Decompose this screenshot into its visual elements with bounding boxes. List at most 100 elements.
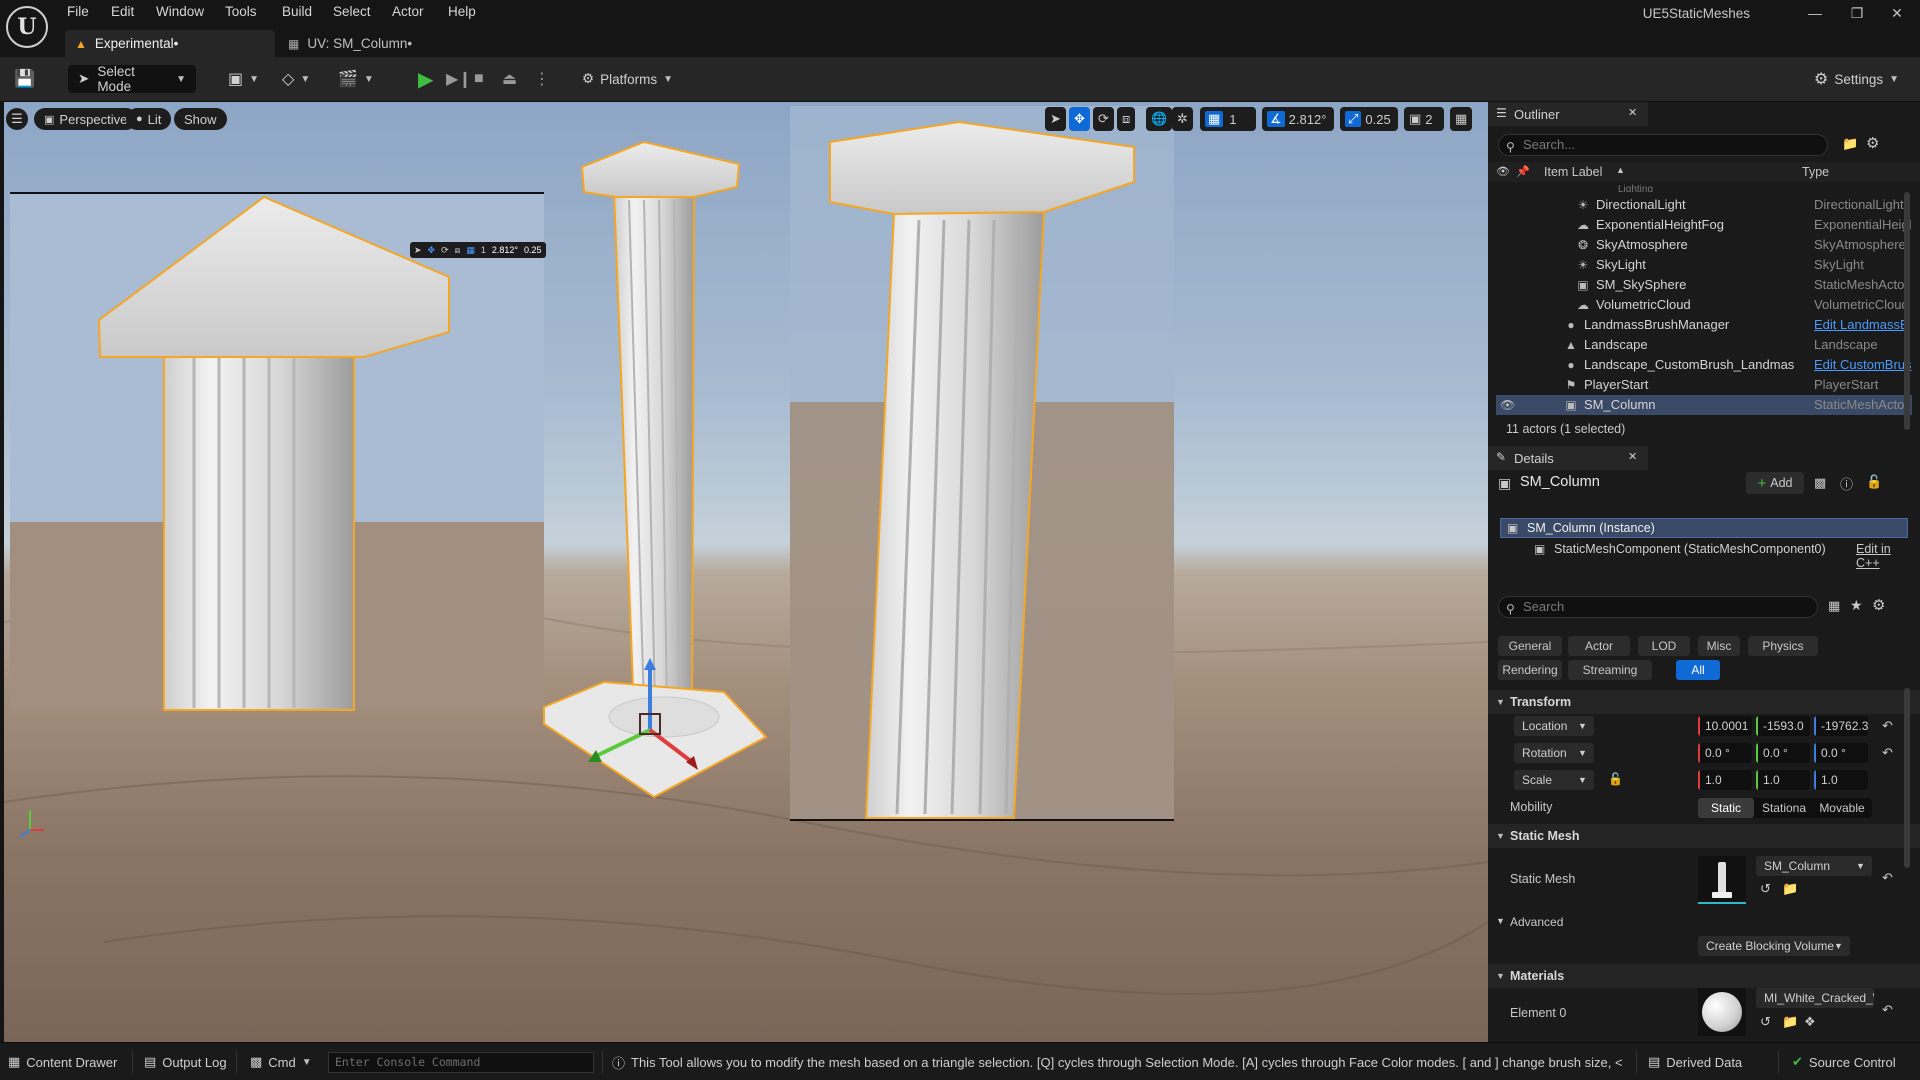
reset-material-icon[interactable]: ↶ bbox=[1882, 1002, 1893, 1018]
visibility-icon[interactable]: 👁 bbox=[1496, 165, 1510, 178]
select-mode-dropdown[interactable]: ➤ Select Mode ▼ bbox=[68, 64, 196, 94]
close-icon[interactable]: ✕ bbox=[1628, 450, 1637, 463]
use-selected-material-icon[interactable]: ↺ bbox=[1760, 1014, 1771, 1030]
console-command-input[interactable]: Enter Console Command bbox=[328, 1052, 594, 1073]
inset-select-icon[interactable]: ➤ bbox=[414, 245, 422, 256]
category-actor[interactable]: Actor bbox=[1568, 636, 1630, 656]
static-mesh-component-row[interactable]: ▣ StaticMeshComponent (StaticMeshCompone… bbox=[1500, 540, 1908, 570]
settings-dropdown[interactable]: ⚙ Settings ▼ bbox=[1814, 65, 1899, 93]
scale-snap-toggle[interactable]: ⤢ 0.25 bbox=[1340, 107, 1398, 131]
outliner-row[interactable]: ▲ Landscape Landscape bbox=[1496, 335, 1912, 355]
step-button[interactable]: ▶❙ bbox=[446, 65, 472, 93]
rotation-dropdown[interactable]: Rotation ▼ bbox=[1514, 743, 1594, 763]
col-item-label[interactable]: Item Label bbox=[1544, 165, 1602, 179]
outliner-row[interactable]: ▣ SM_SkySphere StaticMeshActor bbox=[1496, 275, 1912, 295]
lock-icon[interactable]: 🔓 bbox=[1866, 474, 1882, 490]
location-z-field[interactable]: -19762.3 bbox=[1814, 716, 1868, 736]
browse-material-icon[interactable]: 📁 bbox=[1782, 1014, 1798, 1030]
mobility-stationary[interactable]: Stationa bbox=[1756, 798, 1812, 818]
visibility-icon[interactable]: 👁 bbox=[1500, 398, 1515, 412]
menu-edit[interactable]: Edit bbox=[111, 4, 134, 19]
eject-button[interactable]: ⏏ bbox=[502, 65, 517, 93]
cmd-dropdown[interactable]: ▩ Cmd ▼ bbox=[250, 1052, 312, 1072]
outliner-row[interactable]: ● LandmassBrushManager Edit LandmassB bbox=[1496, 315, 1912, 335]
tab-uv-editor[interactable]: ▦ UV: SM_Column• bbox=[282, 30, 452, 57]
outliner-tab[interactable]: ☰ Outliner ✕ bbox=[1488, 102, 1648, 126]
details-tab[interactable]: ✎ Details ✕ bbox=[1488, 446, 1648, 470]
material-options-icon[interactable]: ❖ bbox=[1804, 1014, 1816, 1030]
location-y-field[interactable]: -1593.0 bbox=[1756, 716, 1810, 736]
add-folder-icon[interactable]: 📁 bbox=[1842, 136, 1858, 152]
rotation-snap-toggle[interactable]: ∡ 2.812° bbox=[1262, 107, 1334, 131]
outliner-row-type-link[interactable]: Edit CustomBrus bbox=[1814, 357, 1914, 372]
edit-in-cpp-link[interactable]: Edit in C++ bbox=[1856, 542, 1908, 570]
menu-select[interactable]: Select bbox=[333, 4, 371, 19]
select-tool-icon[interactable]: ➤ bbox=[1045, 107, 1066, 131]
browse-asset-icon[interactable]: 📁 bbox=[1782, 881, 1798, 897]
tab-experimental[interactable]: ▲ Experimental• bbox=[65, 30, 275, 57]
static-mesh-thumbnail[interactable] bbox=[1698, 856, 1746, 904]
add-component-button[interactable]: + Add bbox=[1746, 472, 1804, 494]
scale-x-field[interactable]: 1.0 bbox=[1698, 770, 1752, 790]
category-physics[interactable]: Physics bbox=[1748, 636, 1818, 656]
menu-build[interactable]: Build bbox=[282, 4, 312, 19]
surface-snap-icon[interactable]: ✲ bbox=[1172, 107, 1193, 131]
blueprint-icon[interactable]: ▩ bbox=[1814, 475, 1826, 491]
section-static-mesh[interactable]: ▼ Static Mesh bbox=[1488, 824, 1920, 848]
viewport-menu-icon[interactable]: ☰ bbox=[6, 108, 28, 130]
help-icon[interactable]: ⓘ bbox=[1840, 474, 1853, 493]
rotate-tool-icon[interactable]: ⟳ bbox=[1093, 107, 1114, 131]
scale-tool-icon[interactable]: ⧈ bbox=[1117, 107, 1136, 131]
section-transform[interactable]: ▼ Transform bbox=[1488, 690, 1920, 714]
details-scrollbar[interactable] bbox=[1904, 688, 1910, 868]
favorite-star-icon[interactable]: ★ bbox=[1850, 597, 1863, 614]
menu-help[interactable]: Help bbox=[448, 4, 476, 19]
outliner-row-type-link[interactable]: Edit LandmassB bbox=[1814, 317, 1914, 332]
play-button[interactable]: ▶ bbox=[418, 65, 433, 93]
inset-rotation-snap[interactable]: 2.812° bbox=[492, 245, 518, 255]
create-blocking-volume-dropdown[interactable]: Create Blocking Volume ▼ bbox=[1698, 936, 1850, 956]
outliner-row[interactable]: ● Landscape_CustomBrush_Landmas Edit Custo… bbox=[1496, 355, 1912, 375]
reset-static-mesh-icon[interactable]: ↶ bbox=[1882, 870, 1893, 886]
menu-window[interactable]: Window bbox=[156, 4, 204, 19]
play-options-icon[interactable]: ⋮ bbox=[534, 65, 550, 93]
details-settings-icon[interactable]: ⚙ bbox=[1872, 596, 1885, 614]
layout-icon[interactable]: ▦ bbox=[1450, 107, 1473, 131]
close-icon[interactable]: ✕ bbox=[1628, 106, 1637, 119]
outliner-row[interactable]: ☀ SkyLight SkyLight bbox=[1496, 255, 1912, 275]
outliner-scrollbar[interactable] bbox=[1904, 192, 1910, 430]
details-actor-name[interactable]: SM_Column bbox=[1520, 474, 1600, 490]
outliner-search-input[interactable]: ⚲ Search... bbox=[1498, 134, 1828, 156]
section-materials[interactable]: ▼ Materials bbox=[1488, 964, 1920, 988]
level-viewport[interactable]: ☰ ▣ Perspective ● Lit Show ➤ ✥ ⟳ ⧈ 🌐 ✲ ▦… bbox=[4, 102, 1488, 1042]
mobility-static[interactable]: Static bbox=[1698, 798, 1754, 818]
outliner-row[interactable]: ☁ VolumetricCloud VolumetricCloud bbox=[1496, 295, 1912, 315]
col-type[interactable]: Type bbox=[1802, 165, 1829, 179]
inset-grid-icon[interactable]: ▦ bbox=[466, 245, 475, 256]
menu-tools[interactable]: Tools bbox=[225, 4, 257, 19]
scale-z-field[interactable]: 1.0 bbox=[1814, 770, 1868, 790]
category-lod[interactable]: LOD bbox=[1638, 636, 1690, 656]
platforms-dropdown[interactable]: ⚙ Platforms ▼ bbox=[582, 65, 673, 93]
content-drawer-button[interactable]: ▦ Content Drawer bbox=[8, 1052, 117, 1072]
scale-dropdown[interactable]: Scale ▼ bbox=[1514, 770, 1594, 790]
rotation-y-field[interactable]: 0.0 ° bbox=[1756, 743, 1810, 763]
grid-snap-toggle[interactable]: ▦ 1 bbox=[1200, 107, 1256, 131]
inset-move-icon[interactable]: ✥ bbox=[428, 245, 436, 256]
add-actor-button[interactable]: ▣ ▼ bbox=[228, 65, 259, 93]
inset-scale-snap[interactable]: 0.25 bbox=[524, 245, 542, 255]
section-advanced[interactable]: ▼ Advanced bbox=[1488, 910, 1920, 934]
output-log-button[interactable]: ▤ Output Log bbox=[144, 1052, 227, 1072]
location-x-field[interactable]: 10.0001 bbox=[1698, 716, 1752, 736]
reset-rotation-icon[interactable]: ↶ bbox=[1882, 745, 1893, 761]
unreal-logo-icon[interactable]: U bbox=[6, 6, 48, 48]
scale-lock-icon[interactable]: 🔓 bbox=[1608, 772, 1623, 786]
material-asset-dropdown[interactable]: MI_White_Cracked_Wa bbox=[1756, 988, 1874, 1008]
outliner-settings-icon[interactable]: ⚙ bbox=[1866, 134, 1879, 152]
static-mesh-asset-dropdown[interactable]: SM_Column ▼ bbox=[1756, 856, 1872, 876]
category-rendering[interactable]: Rendering bbox=[1498, 660, 1562, 680]
category-misc[interactable]: Misc bbox=[1698, 636, 1740, 656]
lit-button[interactable]: ● Lit bbox=[126, 108, 172, 130]
derived-data-button[interactable]: ▤ Derived Data bbox=[1648, 1052, 1742, 1072]
menu-file[interactable]: File bbox=[67, 4, 89, 19]
